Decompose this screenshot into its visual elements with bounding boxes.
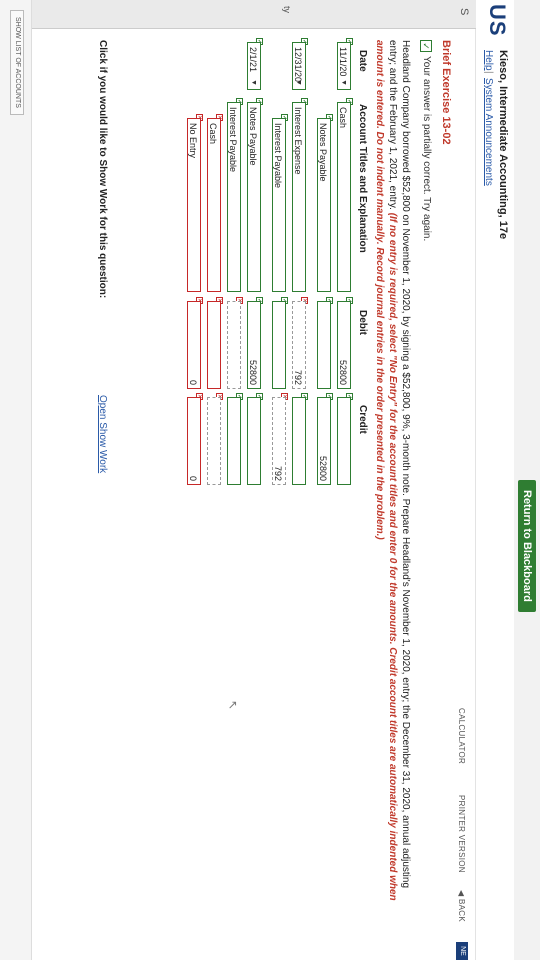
answer-status: Your answer is partially correct. Try ag… [421, 56, 432, 242]
credit-field[interactable] [247, 397, 261, 485]
date-select-entry-3[interactable]: 2/1/21 ▼ [247, 42, 261, 90]
date-select-entry-2[interactable]: 12/31/20 ▼ [292, 42, 306, 90]
photo-background: Return to Blackboard US Kieso, Intermedi… [0, 0, 540, 960]
sidebar-item-partial[interactable]: ty [282, 6, 292, 13]
debit-field[interactable] [317, 301, 331, 389]
account-field[interactable]: Notes Payable [317, 118, 331, 292]
column-header-debit: Debit [357, 310, 368, 335]
brand-logo: US [485, 4, 510, 37]
partial-correct-icon: ✓ [420, 40, 432, 52]
debit-field[interactable]: 52800 [337, 301, 351, 389]
browser-screen: Return to Blackboard US Kieso, Intermedi… [0, 0, 540, 960]
credit-field[interactable] [292, 397, 306, 485]
date-select-entry-1[interactable]: 11/1/20 ▼ [337, 42, 351, 90]
column-header-date: Date [357, 50, 368, 72]
debit-field[interactable] [227, 301, 241, 389]
footer-bar [0, 0, 32, 960]
account-field[interactable]: No Entry [187, 118, 201, 292]
debit-field[interactable] [207, 301, 221, 389]
problem-statement: Headland Company borrowed $52,800 on Nov… [373, 40, 412, 910]
back-button[interactable]: ◀ BACK [457, 890, 466, 922]
account-field[interactable]: Cash [207, 118, 221, 292]
credit-field[interactable]: 52800 [317, 397, 331, 485]
credit-field[interactable]: 0 [187, 397, 201, 485]
show-work-prompt: Click if you would like to Show Work for… [97, 40, 108, 299]
date-value: 2/1/21 [248, 47, 258, 73]
chevron-down-icon: ▼ [250, 79, 257, 86]
credit-field[interactable] [227, 397, 241, 485]
chevron-down-icon: ▼ [295, 79, 302, 86]
show-list-of-accounts-button[interactable]: SHOW LIST OF ACCOUNTS [10, 10, 24, 115]
return-to-blackboard-button[interactable]: Return to Blackboard [518, 480, 536, 612]
help-link[interactable]: Help [483, 50, 494, 71]
open-show-work-link[interactable]: Open Show Work [97, 395, 108, 473]
account-field[interactable]: Cash [337, 102, 351, 292]
sidebar-label: S [458, 8, 470, 16]
course-title: Kieso, Intermediate Accounting, 17e [497, 50, 509, 240]
credit-field[interactable]: 792 [272, 397, 286, 485]
next-button[interactable]: NE [456, 942, 468, 960]
debit-field[interactable]: 0 [187, 301, 201, 389]
account-field[interactable]: Interest Payable [272, 118, 286, 292]
date-value: 12/31/20 [293, 47, 303, 83]
chevron-down-icon: ▼ [340, 79, 347, 86]
credit-field[interactable] [337, 397, 351, 485]
mouse-cursor-icon: ↖ [226, 700, 240, 711]
credit-field[interactable] [207, 397, 221, 485]
exercise-title: Brief Exercise 13-02 [440, 40, 452, 145]
account-field[interactable]: Interest Expense [292, 102, 306, 292]
column-header-credit: Credit [357, 405, 368, 434]
debit-field[interactable] [272, 301, 286, 389]
date-value: 11/1/20 [338, 47, 348, 77]
header-separator: | [483, 71, 494, 74]
printer-version-button[interactable]: PRINTER VERSION [457, 795, 466, 873]
column-header-account: Account Titles and Explanation [357, 104, 368, 253]
debit-field[interactable]: 52800 [247, 301, 261, 389]
system-announcements-link[interactable]: System Announcements [483, 78, 494, 186]
account-field[interactable]: Interest Payable [227, 102, 241, 292]
calculator-button[interactable]: CALCULATOR [457, 708, 466, 764]
left-sidebar [0, 0, 476, 29]
account-field[interactable]: Notes Payable [247, 102, 261, 292]
debit-field[interactable]: 792 [292, 301, 306, 389]
